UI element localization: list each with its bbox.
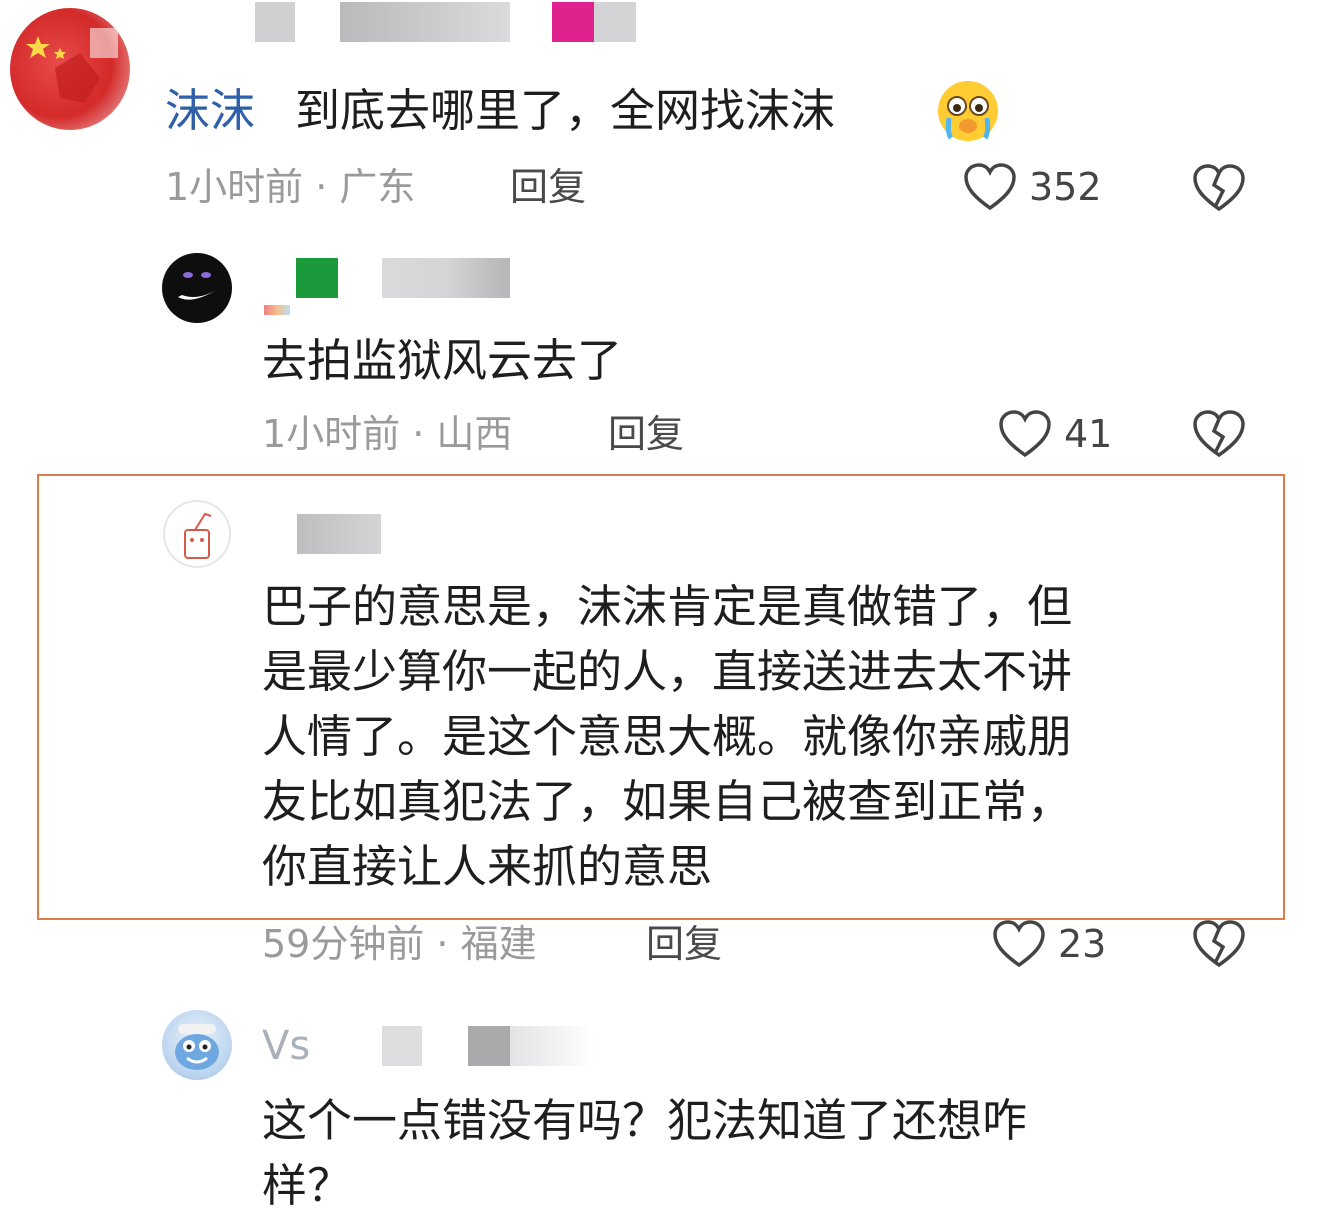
reply-button[interactable]: 回复 xyxy=(646,925,722,963)
flag-avatar-icon xyxy=(26,28,118,103)
swoosh-avatar-icon xyxy=(178,272,218,300)
cartoon-avatar-icon xyxy=(175,1024,219,1070)
broken-heart-icon[interactable] xyxy=(1192,163,1246,213)
time-location: 1小时前 · 山西 xyxy=(262,412,513,456)
avatar[interactable] xyxy=(163,500,231,568)
like-count: 41 xyxy=(1064,412,1113,456)
comment-text: 沫沫 到底去哪里了，全网找沫沫 xyxy=(165,88,835,133)
badge-blur xyxy=(264,305,290,315)
broken-heart-icon[interactable] xyxy=(1192,409,1246,459)
like-button[interactable]: 41 xyxy=(998,409,1112,459)
username-blur xyxy=(255,2,295,42)
avatar[interactable] xyxy=(162,1010,232,1080)
username-blur xyxy=(297,514,381,554)
username-blur xyxy=(340,2,510,42)
crying-face-icon xyxy=(933,78,1003,148)
comment-body: 到底去哪里了，全网找沫沫 xyxy=(295,84,836,137)
like-button[interactable]: 352 xyxy=(963,162,1102,212)
comment-line: 样？ xyxy=(262,1159,353,1212)
comment-text: 这个一点错没有吗？犯法知道了还想咋 样？ xyxy=(262,1088,1222,1218)
comment-text: 去拍监狱风云去了 xyxy=(262,334,623,387)
comment-line: 你直接让人来抓的意思 xyxy=(262,840,713,893)
broken-heart-icon[interactable] xyxy=(1192,919,1246,969)
comment-line: 友比如真犯法了，如果自己被查到正常， xyxy=(262,775,1073,828)
avatar[interactable] xyxy=(162,253,232,323)
comment-line: 是最少算你一起的人，直接送进去太不讲 xyxy=(262,645,1073,698)
username-blur xyxy=(382,258,510,298)
username-blur xyxy=(382,1026,422,1066)
heart-icon xyxy=(963,162,1017,212)
username[interactable]: Vs xyxy=(262,1026,310,1066)
like-count: 23 xyxy=(1058,922,1107,966)
username-blur xyxy=(296,258,338,298)
username-blur xyxy=(552,2,594,42)
heart-icon xyxy=(998,409,1052,459)
comment-line: 这个一点错没有吗？犯法知道了还想咋 xyxy=(262,1094,1028,1147)
reply-button[interactable]: 回复 xyxy=(510,168,586,206)
time-location: 1小时前 · 广东 xyxy=(165,165,416,209)
time-location: 59分钟前 · 福建 xyxy=(262,922,537,966)
reply-button[interactable]: 回复 xyxy=(608,415,684,453)
like-button[interactable]: 23 xyxy=(992,919,1106,969)
comment-line: 巴子的意思是，沫沫肯定是真做错了，但 xyxy=(262,580,1073,633)
comment-line: 人情了。是这个意思大概。就像你亲戚朋 xyxy=(262,710,1073,763)
avatar[interactable] xyxy=(10,8,130,130)
username-blur xyxy=(468,1026,510,1066)
like-count: 352 xyxy=(1029,165,1102,209)
mention-link[interactable]: 沫沫 xyxy=(165,84,255,137)
comment-text: 巴子的意思是，沫沫肯定是真做错了，但 是最少算你一起的人，直接送进去太不讲 人情… xyxy=(262,574,1222,899)
heart-icon xyxy=(992,919,1046,969)
username-blur xyxy=(510,1026,594,1066)
username-blur xyxy=(594,2,636,42)
